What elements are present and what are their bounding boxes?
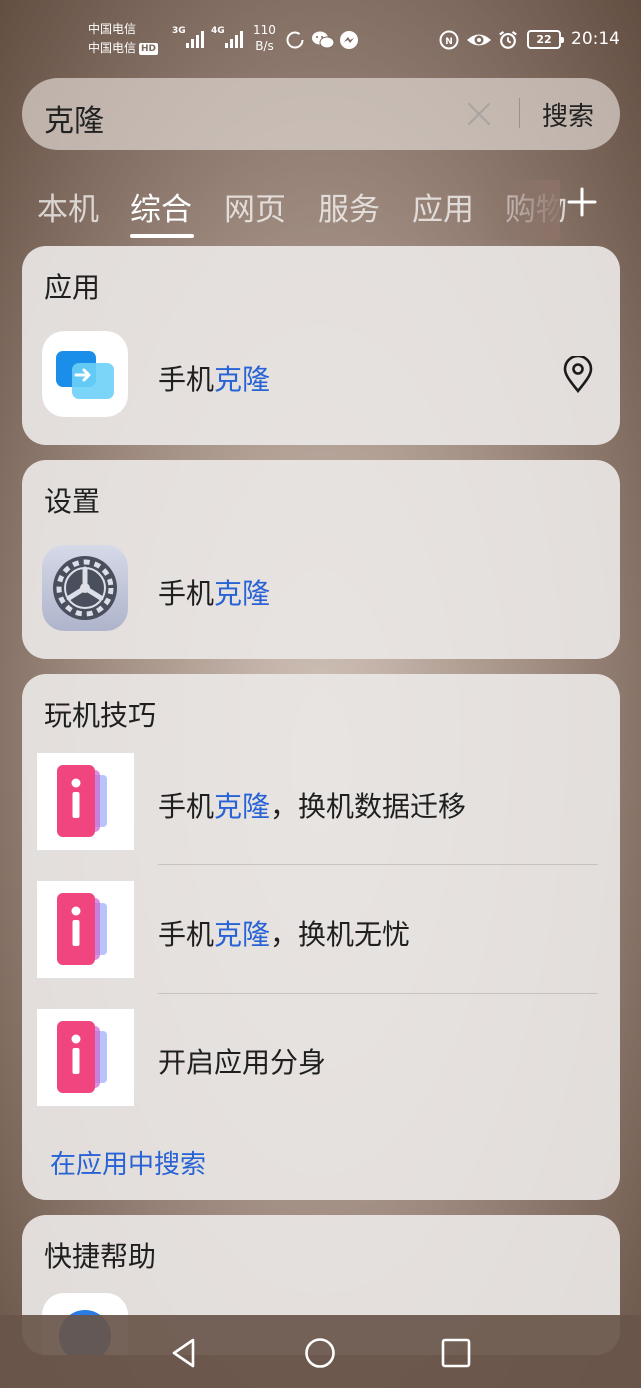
search-in-app-link[interactable]: 在应用中搜索 bbox=[50, 1144, 206, 1181]
active-tab-indicator bbox=[130, 234, 194, 238]
divider bbox=[158, 993, 598, 994]
alarm-icon bbox=[499, 30, 517, 49]
back-icon[interactable] bbox=[166, 1335, 202, 1371]
network-speed: 110 B/s bbox=[253, 22, 276, 54]
home-icon[interactable] bbox=[302, 1335, 338, 1371]
battery-icon: 22 bbox=[527, 30, 564, 49]
loading-circle-icon bbox=[286, 31, 304, 49]
tab-all[interactable]: 综合 bbox=[130, 184, 192, 229]
messenger-icon bbox=[340, 31, 358, 49]
tab-local[interactable]: 本机 bbox=[37, 184, 99, 229]
app-result-label: 手机克隆 bbox=[158, 363, 271, 396]
clear-icon[interactable] bbox=[465, 100, 493, 128]
eye-comfort-icon bbox=[467, 34, 491, 46]
status-time: 20:14 bbox=[571, 29, 620, 49]
tab-fade bbox=[480, 180, 560, 240]
phone-clone-app-icon bbox=[42, 331, 128, 417]
add-tab-icon[interactable] bbox=[566, 186, 598, 218]
category-tabs: 本机 综合 网页 服务 应用 购物 bbox=[0, 180, 641, 240]
signal-1-type: 3G bbox=[172, 26, 186, 36]
search-divider bbox=[519, 98, 520, 128]
tip-label: 开启应用分身 bbox=[158, 1046, 327, 1079]
tab-apps[interactable]: 应用 bbox=[412, 184, 474, 229]
signal-strength-2-icon: 4G bbox=[211, 26, 247, 48]
settings-gear-icon bbox=[42, 545, 128, 631]
hd-badge: HD bbox=[139, 42, 159, 55]
tips-card: 玩机技巧 手机克隆，换机数据迁移 手机克隆，换机无忧 开启应用分身 在应用中搜索 bbox=[22, 674, 620, 1200]
signal-2-type: 4G bbox=[211, 26, 225, 36]
quick-help-card-title: 快捷帮助 bbox=[44, 1240, 157, 1273]
tips-info-icon bbox=[37, 881, 134, 978]
tip-label: 手机克隆，换机数据迁移 bbox=[158, 790, 467, 823]
search-button[interactable]: 搜索 bbox=[542, 96, 594, 133]
search-bar: 克隆 搜索 bbox=[22, 78, 620, 150]
carrier-1: 中国电信 bbox=[88, 22, 137, 36]
tab-web[interactable]: 网页 bbox=[224, 184, 286, 229]
divider bbox=[158, 864, 598, 865]
apps-card: 应用 手机克隆 bbox=[22, 246, 620, 445]
settings-card-title: 设置 bbox=[44, 485, 101, 518]
tips-info-icon bbox=[37, 753, 134, 850]
apps-card-title: 应用 bbox=[44, 271, 101, 304]
signal-strength-1-icon: 3G bbox=[172, 26, 208, 48]
status-bar: 中国电信 中国电信 HD 3G 4G 110 B/s N 22 20:14 bbox=[0, 0, 641, 72]
recents-icon[interactable] bbox=[438, 1335, 474, 1371]
speed-value: 110 bbox=[253, 23, 276, 37]
tips-info-icon bbox=[37, 1009, 134, 1106]
tips-card-title: 玩机技巧 bbox=[44, 699, 157, 732]
tip-label: 手机克隆，换机无忧 bbox=[158, 918, 411, 951]
settings-card: 设置 手机克隆 bbox=[22, 460, 620, 659]
nfc-icon: N bbox=[439, 30, 459, 50]
tab-services[interactable]: 服务 bbox=[318, 184, 380, 229]
speed-unit: B/s bbox=[255, 39, 274, 53]
svg-text:N: N bbox=[445, 37, 453, 47]
search-input[interactable]: 克隆 bbox=[44, 96, 104, 140]
wechat-icon bbox=[312, 31, 335, 49]
settings-result-label: 手机克隆 bbox=[158, 577, 271, 610]
location-pin-icon[interactable] bbox=[560, 356, 596, 394]
navigation-bar bbox=[0, 1315, 641, 1388]
carrier-info: 中国电信 中国电信 HD bbox=[88, 20, 159, 58]
carrier-2: 中国电信 bbox=[88, 41, 137, 55]
